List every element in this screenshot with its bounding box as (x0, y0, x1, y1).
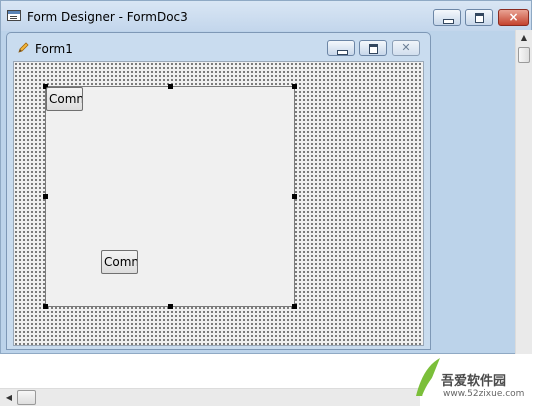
minimize-icon (328, 41, 354, 55)
form1-minimize-button[interactable] (327, 40, 355, 56)
close-icon: ✕ (401, 41, 411, 54)
resize-handle-right[interactable] (292, 194, 297, 199)
scroll-up-icon[interactable]: ▲ (516, 30, 532, 46)
resize-handle-left[interactable] (43, 194, 48, 199)
form1-title: Form1 (35, 42, 73, 56)
watermark-logo-icon (416, 358, 440, 397)
watermark-url: www.52zixue.com (443, 389, 525, 399)
form-designer-window: Form Designer - FormDoc3 × Form1 ✕ Comn … (0, 0, 532, 354)
form1-window: Form1 ✕ Comn Comn (6, 32, 431, 350)
vertical-scrollbar[interactable]: ▲ (515, 30, 532, 354)
resize-handle-top-right[interactable] (292, 84, 297, 89)
form1-design-surface[interactable]: Comn Comn (13, 61, 424, 346)
horizontal-scroll-thumb[interactable] (17, 390, 36, 405)
command-button-2[interactable]: Comn (101, 250, 138, 274)
maximize-icon (466, 10, 492, 25)
designer-title: Form Designer - FormDoc3 (27, 10, 188, 24)
selected-frame-control[interactable] (45, 86, 295, 307)
watermark: 吾爱软件园 www.52zixue.com (413, 352, 537, 408)
form1-close-button[interactable]: ✕ (392, 40, 420, 56)
pencil-icon (18, 42, 29, 53)
vertical-scroll-thumb[interactable] (518, 47, 530, 63)
minimize-icon (434, 10, 460, 25)
form1-maximize-button[interactable] (359, 40, 387, 56)
form1-titlebar[interactable]: Form1 ✕ (7, 33, 430, 60)
form-designer-icon (7, 10, 21, 21)
maximize-icon (360, 41, 386, 55)
designer-maximize-button[interactable] (465, 9, 493, 26)
resize-handle-bottom[interactable] (168, 304, 173, 309)
scroll-left-icon[interactable]: ◀ (3, 390, 15, 405)
resize-handle-top[interactable] (168, 84, 173, 89)
command-button-1[interactable]: Comn (46, 87, 83, 111)
resize-handle-bottom-left[interactable] (43, 304, 48, 309)
horizontal-scrollbar[interactable]: ◀ (0, 388, 420, 406)
watermark-text: 吾爱软件园 (441, 374, 507, 389)
designer-minimize-button[interactable] (433, 9, 461, 26)
designer-close-button[interactable]: × (498, 9, 529, 26)
designer-titlebar[interactable]: Form Designer - FormDoc3 × (1, 1, 531, 31)
resize-handle-bottom-right[interactable] (292, 304, 297, 309)
close-icon: × (508, 10, 519, 24)
